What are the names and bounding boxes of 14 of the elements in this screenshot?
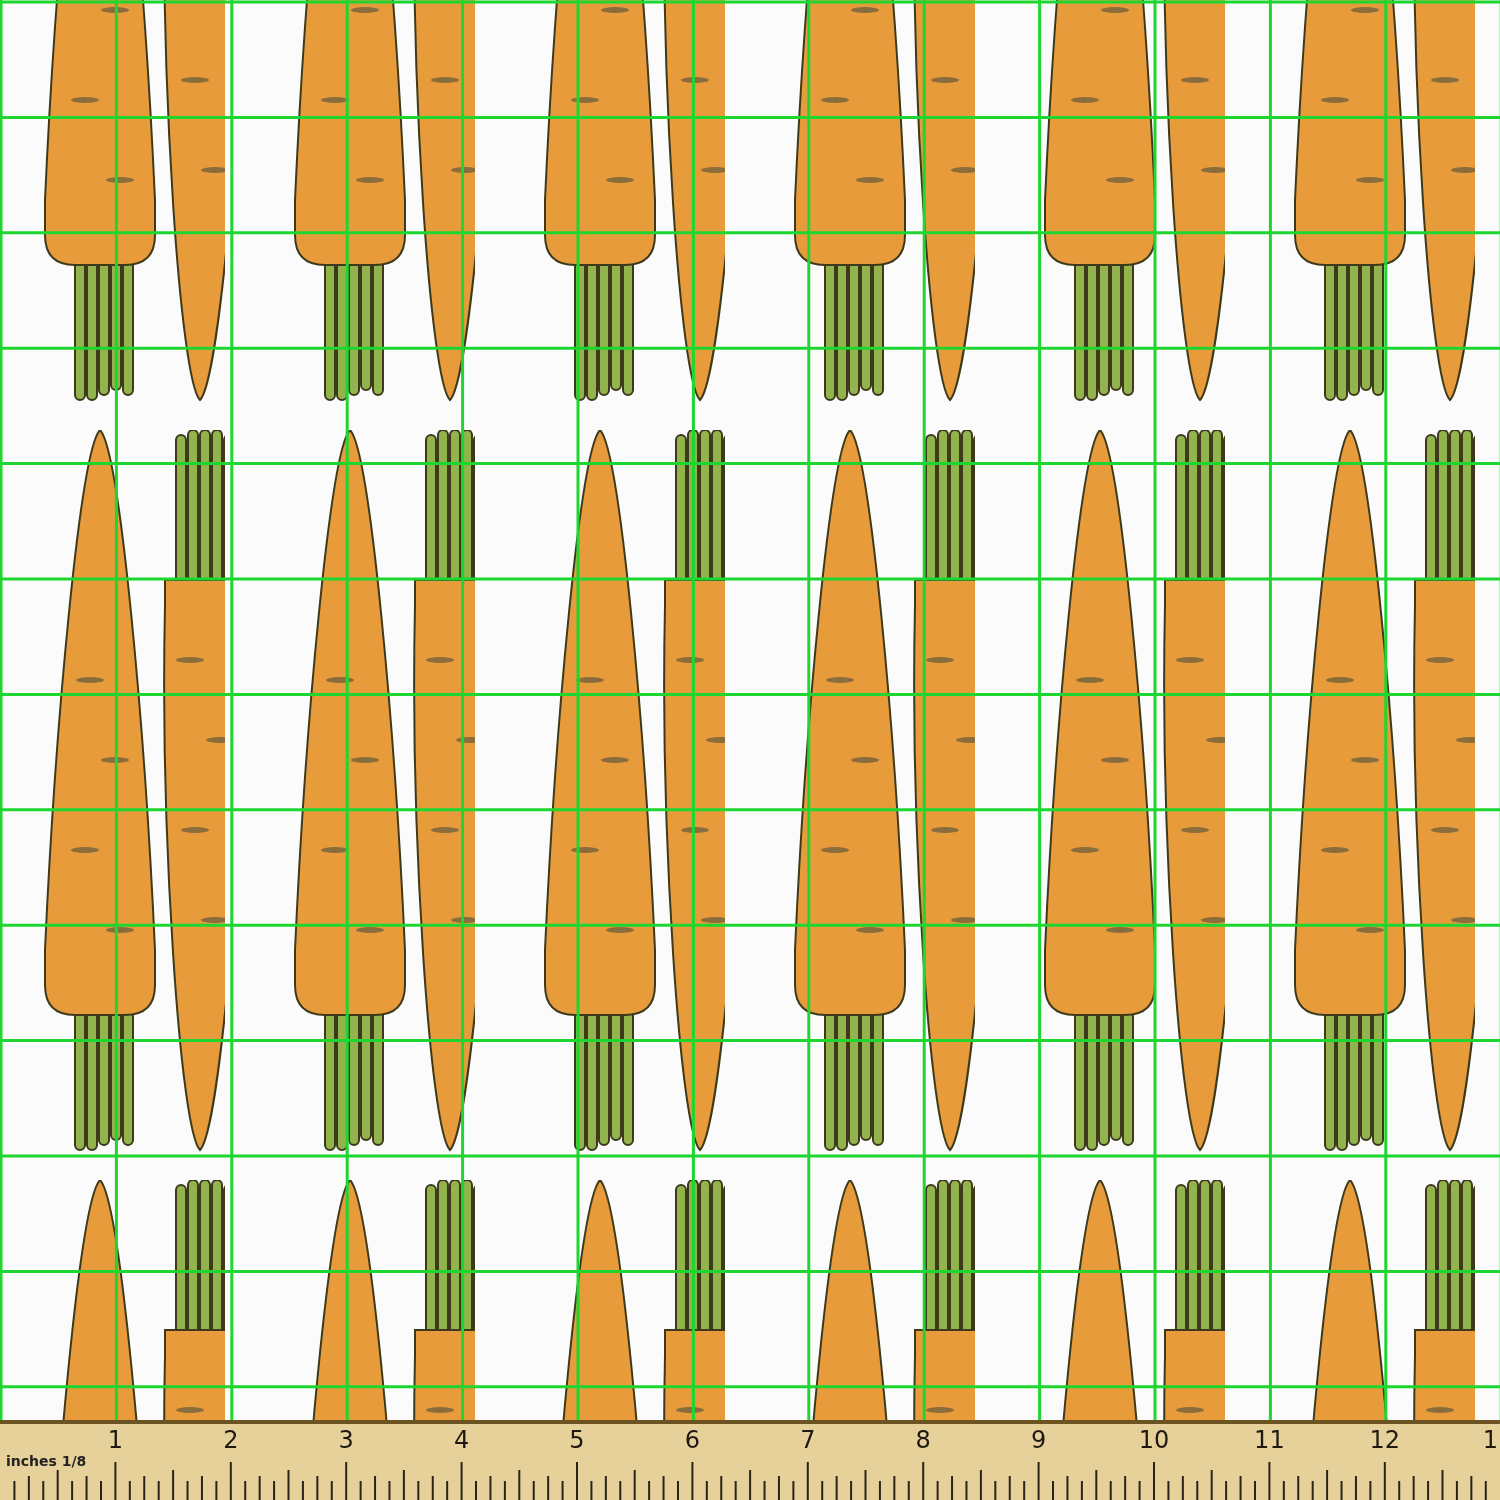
inch-number: 9 (1030, 1428, 1047, 1452)
inch-number: 4 (453, 1428, 470, 1452)
inch-number: 11 (1254, 1428, 1285, 1452)
inch-number: 7 (800, 1428, 816, 1452)
unit-label: inches 1/8 (6, 1454, 87, 1468)
inch-number: 5 (569, 1428, 585, 1452)
inch-number: 2 (223, 1428, 239, 1452)
inch-number: 8 (915, 1428, 931, 1452)
inch-number: 3 (338, 1428, 354, 1452)
inch-number: 6 (684, 1428, 701, 1452)
inch-number: 12 (1369, 1428, 1401, 1452)
inch-number: 1 (107, 1428, 124, 1452)
inch-number: 10 (1138, 1428, 1170, 1452)
inch-number: 1 (1482, 1428, 1498, 1452)
